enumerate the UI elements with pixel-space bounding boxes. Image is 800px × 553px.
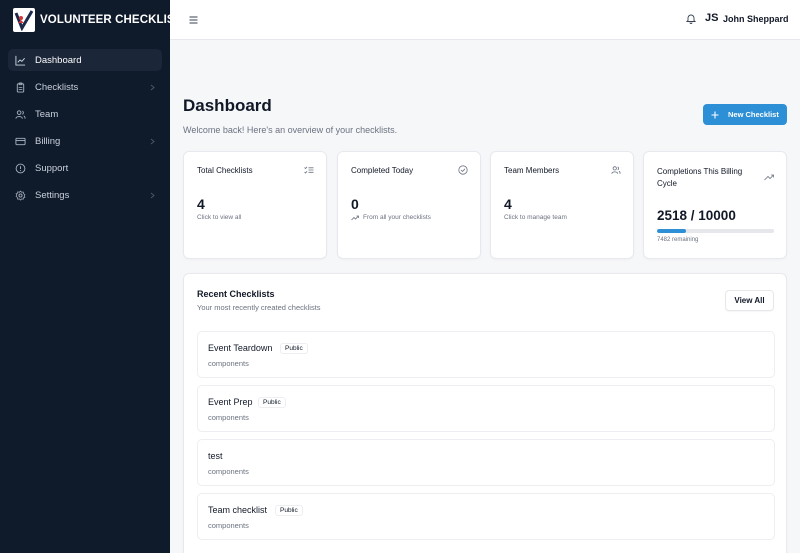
page-subtitle: Welcome back! Here's an overview of your… bbox=[183, 125, 398, 135]
menu-toggle-button[interactable] bbox=[183, 10, 203, 30]
list-item[interactable]: test components bbox=[197, 439, 775, 486]
hamburger-icon bbox=[189, 11, 198, 29]
user-name[interactable]: John Sheppard bbox=[723, 14, 789, 24]
check-circle-icon bbox=[458, 165, 468, 175]
sidebar-item-label: Support bbox=[35, 162, 69, 174]
notifications-button[interactable] bbox=[683, 12, 699, 28]
stat-card-billing-cycle: Completions This Billing Cycle 2518 / 10… bbox=[643, 151, 787, 259]
new-checklist-label: New Checklist bbox=[728, 110, 779, 119]
stat-card-completed-today: Completed Today 0 From all your checklis… bbox=[337, 151, 481, 259]
checklist-name: test bbox=[208, 451, 223, 461]
chevron-right-icon bbox=[148, 190, 156, 200]
sidebar-item-label: Settings bbox=[35, 189, 70, 201]
stat-value: 0 bbox=[351, 196, 359, 212]
sidebar-item-label: Team bbox=[35, 108, 59, 120]
sidebar-item-label: Billing bbox=[35, 135, 61, 147]
users-icon bbox=[14, 108, 26, 120]
credit-card-icon bbox=[14, 135, 26, 147]
trending-up-icon bbox=[764, 172, 774, 182]
stat-note: 7482 remaining bbox=[657, 237, 699, 243]
chevron-right-icon bbox=[148, 136, 156, 146]
sidebar-item-dashboard[interactable]: Dashboard bbox=[8, 49, 162, 71]
new-checklist-button[interactable]: New Checklist bbox=[703, 104, 787, 125]
avatar[interactable]: JS bbox=[705, 12, 718, 24]
checklist-meta: components bbox=[208, 359, 249, 368]
sidebar-item-billing[interactable]: Billing bbox=[8, 130, 162, 152]
checklist-meta: components bbox=[208, 467, 249, 476]
logo bbox=[13, 8, 35, 32]
list-checks-icon bbox=[304, 165, 314, 175]
trending-up-icon bbox=[351, 215, 359, 221]
sidebar-item-label: Checklists bbox=[35, 81, 79, 93]
stat-note-text: From all your checklists bbox=[363, 214, 431, 221]
checklist-name: Event Teardown bbox=[208, 343, 273, 353]
section-subtitle: Your most recently created checklists bbox=[197, 303, 321, 312]
sidebar: VOLUNTEER CHECKLIST Dashboard Checklists… bbox=[0, 0, 182, 553]
chart-line-icon bbox=[14, 54, 26, 66]
brand-name: VOLUNTEER CHECKLIST bbox=[40, 14, 182, 26]
stat-value: 4 bbox=[504, 196, 512, 212]
stat-value: 2518 / 10000 bbox=[657, 208, 736, 223]
help-circle-icon bbox=[14, 162, 26, 174]
stat-title: Total Checklists bbox=[197, 166, 253, 175]
top-header: JS John Sheppard bbox=[170, 0, 800, 40]
clipboard-icon bbox=[14, 81, 26, 93]
stat-note: Click to manage team bbox=[504, 214, 567, 221]
chevron-right-icon bbox=[148, 82, 156, 92]
sidebar-nav: Dashboard Checklists Team Billing Suppor… bbox=[0, 49, 170, 206]
stat-card-total-checklists[interactable]: Total Checklists 4 Click to view all bbox=[183, 151, 327, 259]
stat-card-team-members[interactable]: Team Members 4 Click to manage team bbox=[490, 151, 634, 259]
stat-title: Team Members bbox=[504, 166, 560, 175]
sidebar-item-team[interactable]: Team bbox=[8, 103, 162, 125]
sidebar-item-label: Dashboard bbox=[35, 54, 82, 66]
gear-icon bbox=[14, 189, 26, 201]
checklist-meta: components bbox=[208, 413, 249, 422]
stat-title: Completed Today bbox=[351, 166, 414, 175]
section-title: Recent Checklists bbox=[197, 289, 275, 299]
list-item[interactable]: Team checklist Public components bbox=[197, 493, 775, 540]
brand[interactable]: VOLUNTEER CHECKLIST bbox=[0, 0, 182, 40]
stat-note: Click to view all bbox=[197, 214, 242, 221]
sidebar-item-checklists[interactable]: Checklists bbox=[8, 76, 162, 98]
checklist-meta: components bbox=[208, 521, 249, 530]
page-title: Dashboard bbox=[183, 96, 272, 115]
status-badge: Public bbox=[280, 343, 308, 354]
checklist-name: Event Prep bbox=[208, 397, 253, 407]
list-item[interactable]: Event Prep Public components bbox=[197, 385, 775, 432]
view-all-button[interactable]: View All bbox=[725, 290, 774, 311]
recent-checklists-panel: Recent Checklists Your most recently cre… bbox=[183, 273, 787, 553]
status-badge: Public bbox=[275, 505, 303, 516]
list-item[interactable]: Event Teardown Public components bbox=[197, 331, 775, 378]
plus-icon bbox=[711, 111, 719, 119]
users-icon bbox=[611, 165, 621, 175]
stat-note: From all your checklists bbox=[351, 214, 431, 221]
status-badge: Public bbox=[258, 397, 286, 408]
billing-progress-bar bbox=[657, 229, 774, 233]
sidebar-item-settings[interactable]: Settings bbox=[8, 184, 162, 206]
checklist-name: Team checklist bbox=[208, 505, 268, 515]
bell-icon bbox=[685, 11, 697, 29]
stat-title: Completions This Billing Cycle bbox=[657, 167, 743, 188]
sidebar-item-support[interactable]: Support bbox=[8, 157, 162, 179]
stat-value: 4 bbox=[197, 196, 205, 212]
billing-progress-fill bbox=[657, 229, 687, 233]
